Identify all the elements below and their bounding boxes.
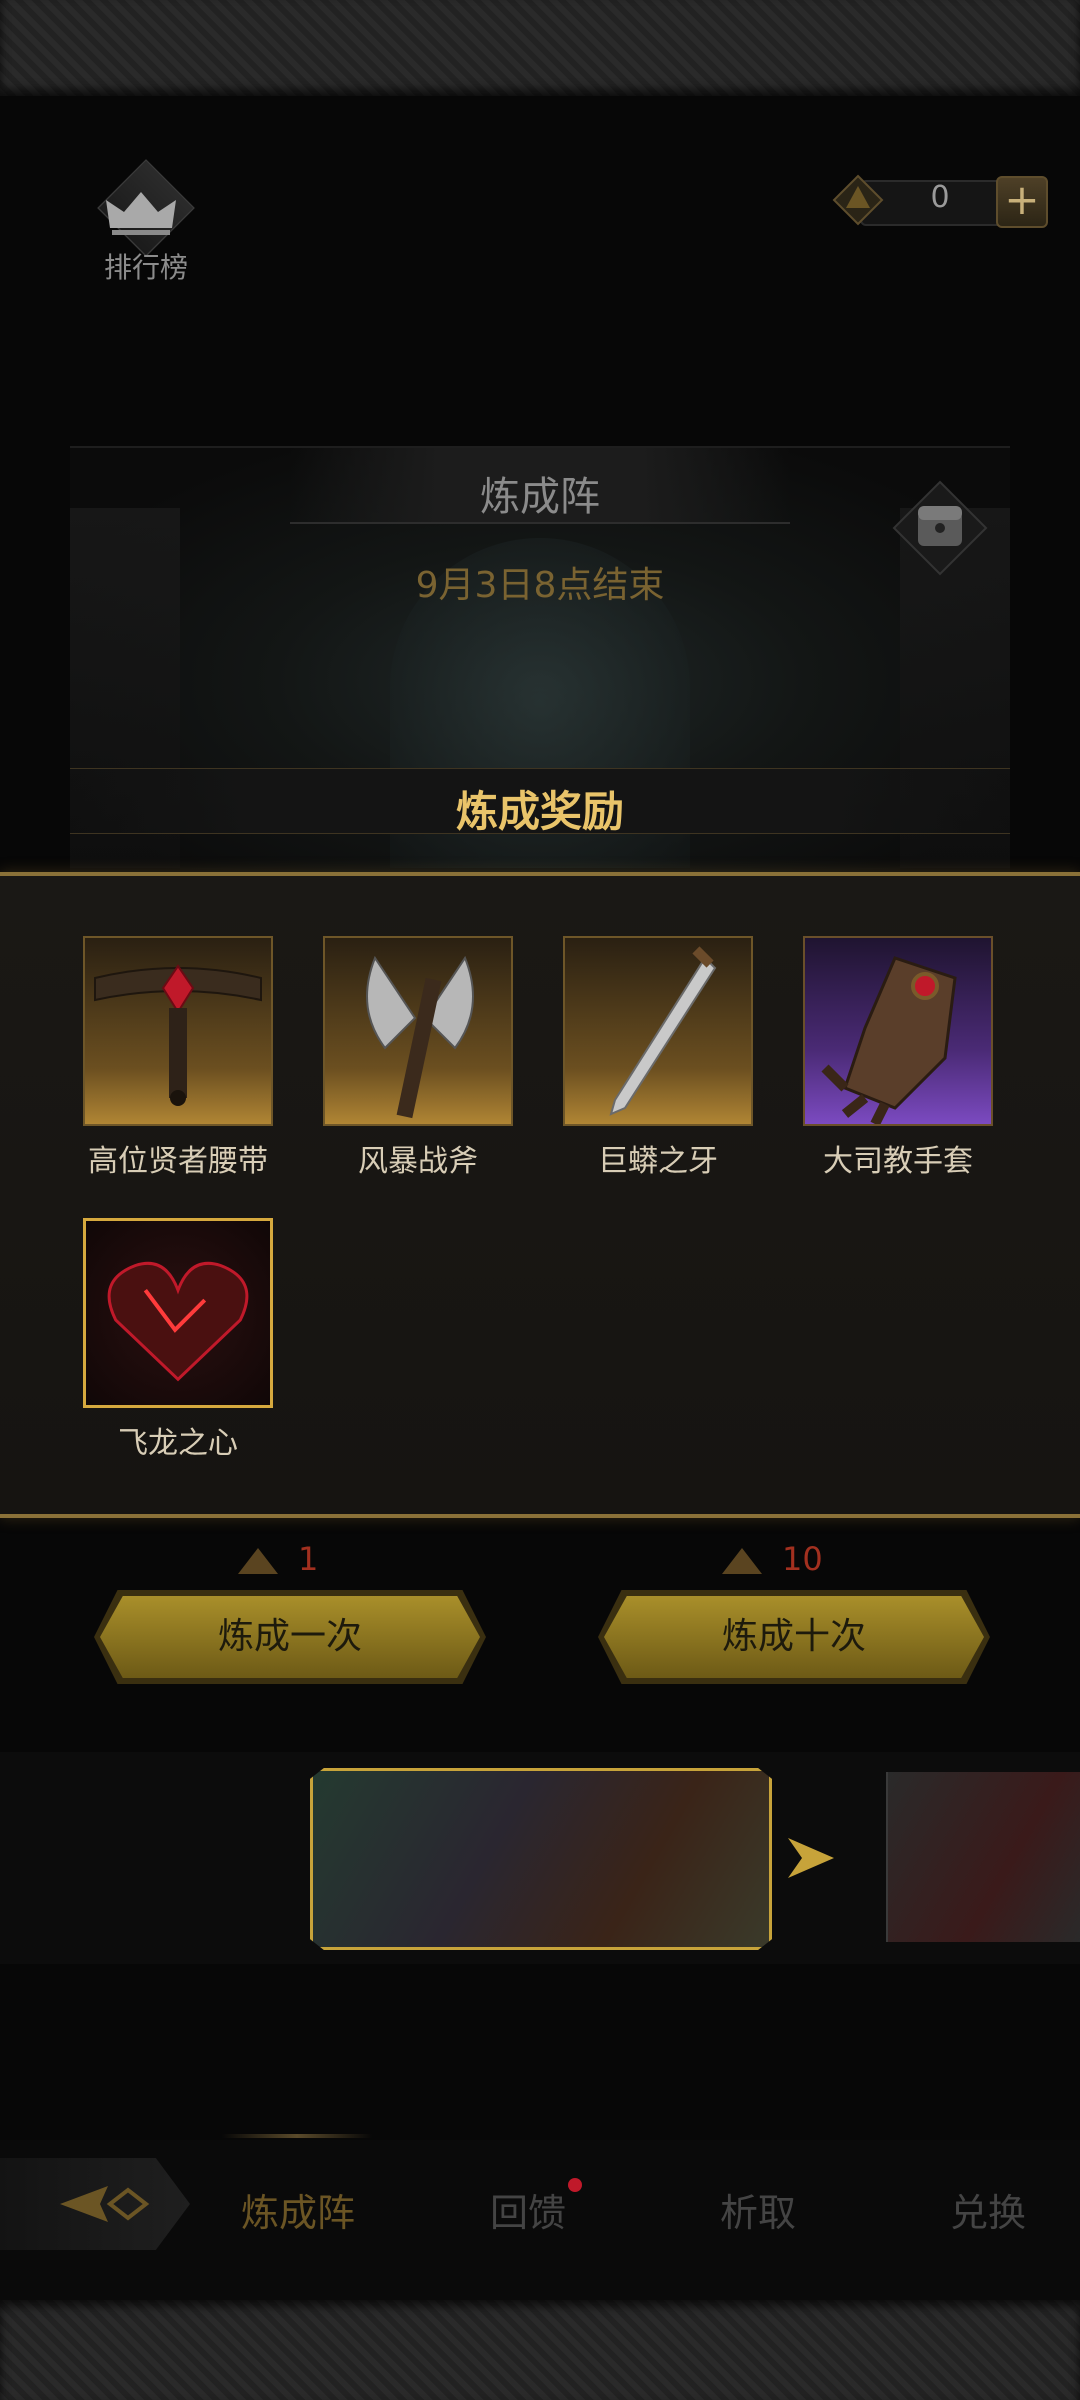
add-currency-button[interactable]: + [996, 176, 1048, 228]
cost-gem-icon [722, 1548, 762, 1574]
reward-name: 大司教手套 [823, 1144, 973, 1179]
reward-slot [83, 1218, 273, 1408]
tab-exchange[interactable]: 兑换 [908, 2182, 1068, 2237]
reward-slot [83, 936, 273, 1126]
belt-icon [94, 964, 262, 1106]
reward-name: 飞龙之心 [118, 1426, 238, 1461]
cost-once-value: 1 [298, 1540, 319, 1578]
axe-icon [366, 955, 474, 1119]
leaderboard-label: 排行榜 [103, 251, 188, 284]
crown-icon [106, 192, 176, 235]
active-tab-glow [222, 2134, 372, 2138]
tab-alchemy[interactable]: 炼成阵 [218, 2182, 378, 2237]
reward-item[interactable]: 巨蟒之牙 [538, 936, 778, 1180]
cost-gem-icon [238, 1548, 278, 1574]
reward-item[interactable]: 风暴战斧 [298, 936, 538, 1180]
reward-item[interactable]: 大司教手套 [778, 936, 1018, 1180]
notification-badge [568, 2178, 582, 2192]
cost-once: 1 [238, 1540, 318, 1578]
back-arrow-icon [60, 2186, 150, 2222]
gem-icon [832, 174, 884, 226]
next-arrow-icon[interactable] [786, 1836, 836, 1880]
chest-icon[interactable] [890, 478, 990, 578]
reward-name: 巨蟒之牙 [598, 1144, 718, 1179]
dragon-heart-icon [107, 1261, 249, 1382]
cost-ten-value: 10 [782, 1540, 823, 1578]
event-end-time: 9月3日8点结束 [415, 565, 665, 606]
reward-name: 高位贤者腰带 [88, 1144, 268, 1179]
preview-next[interactable] [886, 1772, 1080, 1942]
craft-ten-button[interactable]: 炼成十次 [604, 1596, 984, 1678]
currency-value: 0 [930, 180, 950, 215]
reward-item[interactable]: 高位贤者腰带 [58, 936, 298, 1180]
top-frame [0, 0, 1080, 96]
page-title: 炼成阵 [480, 474, 600, 520]
currency-display: 0 + [820, 172, 1050, 228]
reward-name: 风暴战斧 [358, 1144, 478, 1179]
tab-rewards[interactable]: 回馈 [448, 2182, 608, 2237]
reward-slot [323, 936, 513, 1126]
reward-item[interactable]: 飞龙之心 [58, 1218, 298, 1462]
gauntlet-icon [821, 956, 957, 1124]
alchemy-hero: 炼成阵 9月3日8点结束 炼成奖励 [70, 446, 1010, 872]
back-button[interactable] [0, 2158, 190, 2250]
dagger-icon [609, 946, 717, 1116]
reward-slot [563, 936, 753, 1126]
reward-slot [803, 936, 993, 1126]
reward-title: 炼成奖励 [455, 787, 624, 836]
craft-once-button[interactable]: 炼成一次 [100, 1596, 480, 1678]
cost-ten: 10 [722, 1540, 823, 1578]
tab-extract[interactable]: 析取 [678, 2182, 838, 2237]
rewards-panel: 高位贤者腰带 风暴战斧 巨蟒之牙 大司教手套 飞龙之心 [0, 872, 1080, 1518]
bottom-frame [0, 2300, 1080, 2400]
preview-current[interactable] [310, 1768, 772, 1950]
